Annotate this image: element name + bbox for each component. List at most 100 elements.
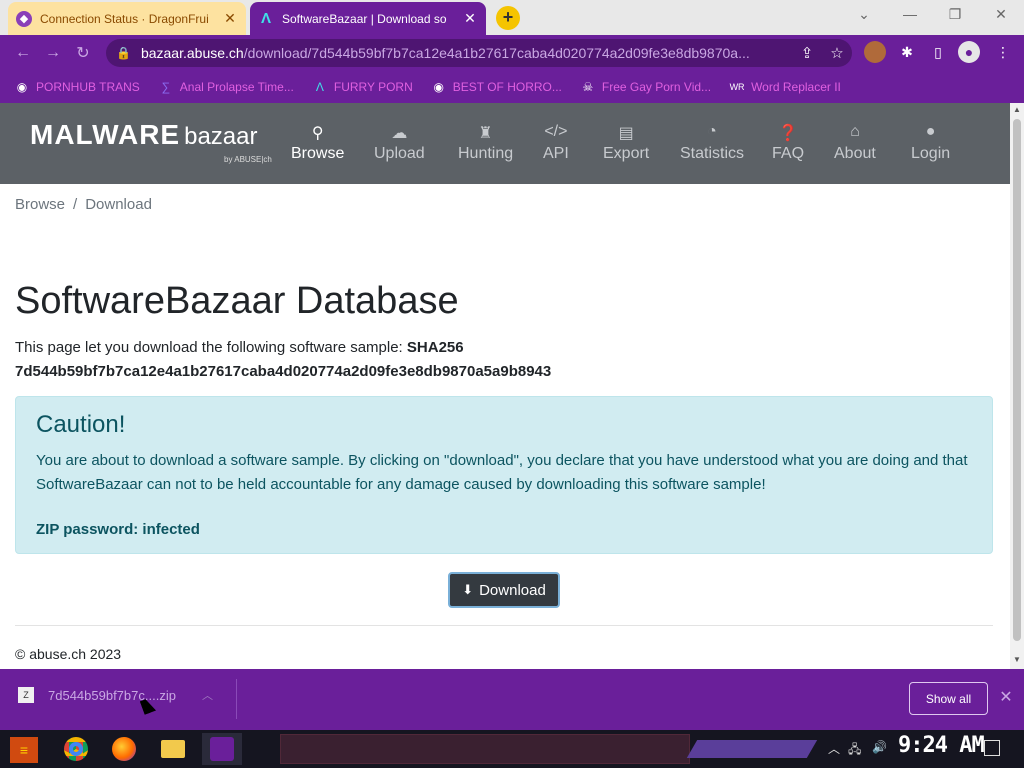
minimize-button[interactable]: —: [900, 6, 920, 22]
page-title: SoftwareBazaar Database: [15, 280, 459, 322]
download-shelf: Z 7d544b59bf7b7c....zip ︿ Show all ✕: [0, 669, 1024, 730]
back-icon[interactable]: ←: [8, 44, 38, 62]
breadcrumb-browse[interactable]: Browse: [15, 196, 65, 213]
reload-icon[interactable]: ↻: [68, 43, 98, 63]
globe-icon: ◉: [433, 80, 444, 94]
profile-icon[interactable]: ●: [958, 41, 980, 63]
site-header: MALWARE bazaar by ABUSE|ch ⚲ Browse ☁ Uploa…: [0, 103, 1010, 184]
page-scrollbar[interactable]: ▲ ▼: [1010, 103, 1024, 669]
file-download-icon: ⬇: [462, 582, 474, 597]
landmark-icon: ⌂: [850, 123, 860, 140]
side-panel-icon[interactable]: ▯: [927, 41, 949, 63]
tab-search-icon[interactable]: ⌄: [854, 6, 874, 23]
footer-copyright: © abuse.ch 2023: [15, 646, 122, 662]
bookmark-item[interactable]: ◉ BEST OF HORRO...: [431, 79, 562, 95]
sha256-hash: 7d544b59bf7b7ca12e4a1b27617caba4d020774a…: [15, 363, 552, 380]
bazaar-icon: Λ: [315, 80, 324, 94]
download-item[interactable]: Z 7d544b59bf7b7c....zip ︿: [18, 687, 213, 703]
network-icon[interactable]: 🖧: [848, 740, 861, 761]
new-tab-button[interactable]: +: [496, 6, 520, 30]
tray-chevron-icon[interactable]: ︿: [828, 740, 840, 757]
chrome-taskbar-icon[interactable]: [56, 733, 96, 765]
hash-label: SHA256: [406, 339, 464, 356]
bookmark-item[interactable]: WR Word Replacer II: [729, 79, 841, 95]
shelf-divider: [236, 679, 237, 719]
bazaar-icon: Λ: [260, 10, 271, 27]
nav-hunting[interactable]: ♜ Hunting: [458, 123, 513, 163]
show-all-button[interactable]: Show all: [909, 682, 988, 715]
start-button[interactable]: ≡: [10, 737, 38, 763]
bookmark-item[interactable]: Λ FURRY PORN: [312, 79, 413, 95]
caution-alert: Caution! You are about to download a sof…: [15, 396, 993, 554]
question-icon: ❓: [778, 125, 798, 142]
scroll-up-icon[interactable]: ▲: [1010, 105, 1024, 114]
dragonfruit-icon: ◆: [16, 10, 32, 27]
nav-api[interactable]: </> API: [543, 123, 569, 163]
nav-upload[interactable]: ☁ Upload: [374, 123, 425, 163]
bazaar-taskbar-icon[interactable]: [202, 733, 242, 765]
breadcrumb-download: Download: [85, 196, 152, 213]
download-filename: 7d544b59bf7b7c....zip: [48, 687, 176, 703]
bookmark-item[interactable]: ☠ Free Gay Porn Vid...: [580, 79, 712, 95]
nav-faq[interactable]: ❓ FAQ: [772, 123, 804, 163]
intro-text: This page let you download the following…: [15, 339, 552, 380]
url-text[interactable]: bazaar.abuse.ch/download/7d544b59bf7b7ca…: [141, 45, 792, 61]
wr-icon: WR: [729, 82, 745, 92]
caution-text: You are about to download a software sam…: [36, 452, 968, 493]
taskbar-decoration: [686, 740, 818, 758]
scroll-thumb[interactable]: [1013, 119, 1021, 641]
globe-icon: ◉: [16, 80, 28, 94]
download-button[interactable]: ⬇ Download: [448, 572, 560, 608]
bookmark-item[interactable]: ∑ Anal Prolapse Time...: [158, 79, 294, 95]
divider: [15, 625, 993, 626]
close-tab-icon[interactable]: ✕: [222, 10, 238, 27]
browser-toolbar: ← → ↻ 🔒 bazaar.abuse.ch/download/7d544b5…: [0, 35, 1024, 71]
bookmarks-bar: ◉ PORNHUB TRANS ∑ Anal Prolapse Time... ΛF…: [0, 71, 1024, 103]
notification-icon[interactable]: [984, 740, 1000, 756]
chevron-up-icon[interactable]: ︿: [202, 687, 213, 703]
chess-rook-icon: ♜: [478, 125, 493, 142]
star-icon[interactable]: ☆: [822, 44, 852, 62]
nav-browse[interactable]: ⚲ Browse: [291, 123, 344, 163]
address-bar[interactable]: 🔒 bazaar.abuse.ch/download/7d544b59bf7b7…: [106, 39, 852, 67]
file-export-icon: ▤: [618, 125, 634, 142]
firefox-taskbar-icon[interactable]: [104, 733, 144, 765]
bookmark-icon: ∑: [161, 80, 171, 94]
nav-export[interactable]: ▤ Export: [603, 123, 649, 163]
close-window-button[interactable]: ✕: [991, 6, 1011, 23]
lock-icon: 🔒: [116, 46, 131, 60]
forward-icon[interactable]: →: [38, 44, 68, 62]
taskbar-wallpaper-strip: [280, 734, 690, 764]
share-icon[interactable]: ⇪: [792, 44, 822, 62]
cloud-upload-icon: ☁: [391, 125, 408, 142]
tab-softwarebazaar[interactable]: Λ SoftwareBazaar | Download so ✕: [250, 2, 486, 35]
menu-icon[interactable]: ⋮: [992, 41, 1014, 63]
puzzle-icon[interactable]: ✱: [896, 41, 918, 63]
skull-icon: ☠: [582, 80, 594, 94]
tab-connection-status[interactable]: ◆ Connection Status · DragonFrui ✕: [8, 2, 246, 35]
search-icon: ⚲: [311, 125, 324, 142]
pie-chart-icon: ◔: [707, 123, 717, 140]
file-explorer-taskbar-icon[interactable]: [153, 733, 193, 765]
zip-password: ZIP password: infected: [36, 521, 200, 538]
tab-strip: ◆ Connection Status · DragonFrui ✕ Λ Sof…: [0, 0, 1024, 35]
taskbar: ≡ ︿ 🖧 🔊 9:24 AM: [0, 730, 1024, 768]
nav-about[interactable]: ⌂ About: [834, 123, 876, 163]
close-tab-icon[interactable]: ✕: [462, 10, 478, 27]
tab-title: Connection Status · DragonFrui: [40, 11, 209, 26]
volume-icon[interactable]: 🔊: [872, 740, 887, 754]
scroll-down-icon[interactable]: ▼: [1010, 655, 1024, 664]
nav-login[interactable]: ● Login: [911, 123, 950, 163]
user-icon: ●: [925, 123, 936, 140]
tab-title: SoftwareBazaar | Download so: [282, 11, 447, 26]
malwarebazaar-logo[interactable]: MALWARE bazaar by ABUSE|ch: [30, 119, 272, 164]
taskbar-clock[interactable]: 9:24 AM: [898, 733, 985, 758]
nav-statistics[interactable]: ◔ Statistics: [680, 123, 744, 163]
bookmark-item[interactable]: ◉ PORNHUB TRANS: [14, 79, 140, 95]
breadcrumb: Browse / Download: [15, 196, 152, 213]
close-shelf-icon[interactable]: ✕: [998, 687, 1014, 707]
restore-button[interactable]: ❐: [945, 6, 965, 23]
code-icon: </>: [544, 123, 568, 140]
zip-file-icon: Z: [18, 687, 34, 703]
extension-avatar-icon[interactable]: [864, 41, 886, 63]
